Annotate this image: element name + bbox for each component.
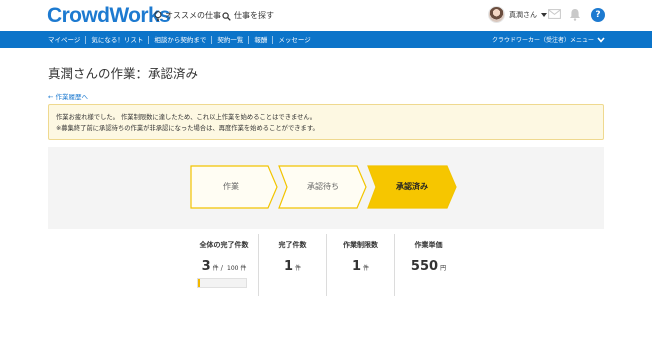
stat-total-label: 全体の完了件数 (199, 241, 249, 249)
stat-unit-price: 作業単価 550 円 (394, 234, 462, 296)
notice-line-1: 作業お疲れ様でした。 作業制限数に達したため、これ以上作業を始めることはできませ… (56, 114, 316, 121)
stat-total-value: 3 (201, 259, 211, 274)
stat-price-value-row: 550 円 (395, 257, 462, 277)
stat-completed-value: 1 (283, 259, 294, 274)
stat-limit: 作業制限数 1件 (326, 234, 394, 296)
back-to-history-link[interactable]: ← 作業履歴へ (48, 93, 88, 101)
stat-completed-unit: 件 (295, 265, 302, 272)
user-menu[interactable]: 真潤さん (488, 6, 547, 23)
stat-price-value: 550 (410, 259, 439, 274)
search-jobs-label: 仕事を探す (234, 11, 274, 20)
notice-box: 作業お疲れ様でした。 作業制限数に達したため、これ以上作業を始めることはできませ… (48, 104, 604, 140)
recommend-label: オススメの仕事 (165, 11, 221, 20)
search-jobs-link[interactable]: 仕事を探す (222, 10, 274, 22)
stat-total-unit: 件 (212, 265, 219, 272)
nav-item-messages[interactable]: メッセージ (272, 35, 315, 44)
avatar (488, 6, 505, 23)
worker-menu[interactable]: クラウドワーカー（受注者）メニュー (492, 31, 605, 48)
stat-limit-value: 1 (351, 259, 362, 274)
stats-row: 全体の完了件数 3 件/100 件 完了件数 1件 作業制限数 1件 作業単価 5… (190, 234, 462, 296)
lightbulb-icon (154, 11, 162, 21)
step-awaiting-label: 承認待ち (307, 182, 339, 191)
step-approved-label: 承認済み (396, 182, 428, 191)
stat-limit-unit: 件 (363, 265, 370, 272)
step-work: 作業 (190, 165, 278, 209)
notice-line-2: ※募集終了前に承認待ちの作業が非承認になった場合は、再度作業を始めることができま… (56, 125, 319, 132)
stat-total-max: 100 件 (227, 265, 247, 272)
stat-total-completed: 全体の完了件数 3 件/100 件 (190, 234, 258, 296)
search-icon (222, 11, 231, 21)
progress-steps: 作業 承認待ち 承認済み (48, 147, 604, 229)
total-progress-bar (197, 278, 247, 288)
page-title: 真潤さんの作業：承認済み (48, 66, 199, 81)
nav-item-mypage[interactable]: マイページ (45, 36, 85, 44)
stat-limit-label: 作業制限数 (343, 241, 378, 249)
nav-item-contracts[interactable]: 契約一覧 (211, 35, 248, 44)
mail-icon[interactable] (548, 9, 561, 19)
stat-completed-value-row: 1件 (259, 257, 326, 277)
stat-total-separator: / (220, 264, 224, 272)
caret-down-icon (541, 12, 547, 17)
step-work-label: 作業 (223, 182, 239, 191)
worker-menu-label: クラウドワーカー（受注者）メニュー (491, 37, 594, 44)
stat-limit-value-row: 1件 (327, 257, 394, 277)
stat-completed: 完了件数 1件 (258, 234, 326, 296)
recommend-link[interactable]: オススメの仕事 (154, 10, 221, 22)
nav-item-favorites[interactable]: 気になる！リスト (85, 35, 148, 44)
bell-icon[interactable] (569, 8, 581, 21)
nav-item-rewards[interactable]: 報酬 (248, 35, 272, 44)
nav-item-consultation[interactable]: 相談から契約まで (148, 35, 211, 44)
header: CrowdWorks オススメの仕事 仕事を探す 真潤さん ? (0, 0, 652, 31)
stat-completed-label: 完了件数 (278, 241, 307, 249)
help-icon[interactable]: ? (591, 8, 605, 22)
stat-total-value-row: 3 件/100 件 (190, 257, 258, 277)
main-nav: マイページ 気になる！リスト 相談から契約まで 契約一覧 報酬 メッセージ クラ… (0, 31, 652, 48)
logo[interactable]: CrowdWorks (47, 4, 171, 28)
stat-price-label: 作業単価 (414, 241, 443, 249)
step-awaiting-approval: 承認待ち (278, 165, 367, 209)
chevron-down-icon (597, 36, 605, 43)
nav-items: マイページ 気になる！リスト 相談から契約まで 契約一覧 報酬 メッセージ (45, 31, 316, 48)
step-approved: 承認済み (367, 165, 457, 209)
total-progress-fill (198, 279, 200, 287)
stat-price-unit: 円 (440, 265, 447, 272)
user-name: 真潤さん (509, 10, 537, 19)
